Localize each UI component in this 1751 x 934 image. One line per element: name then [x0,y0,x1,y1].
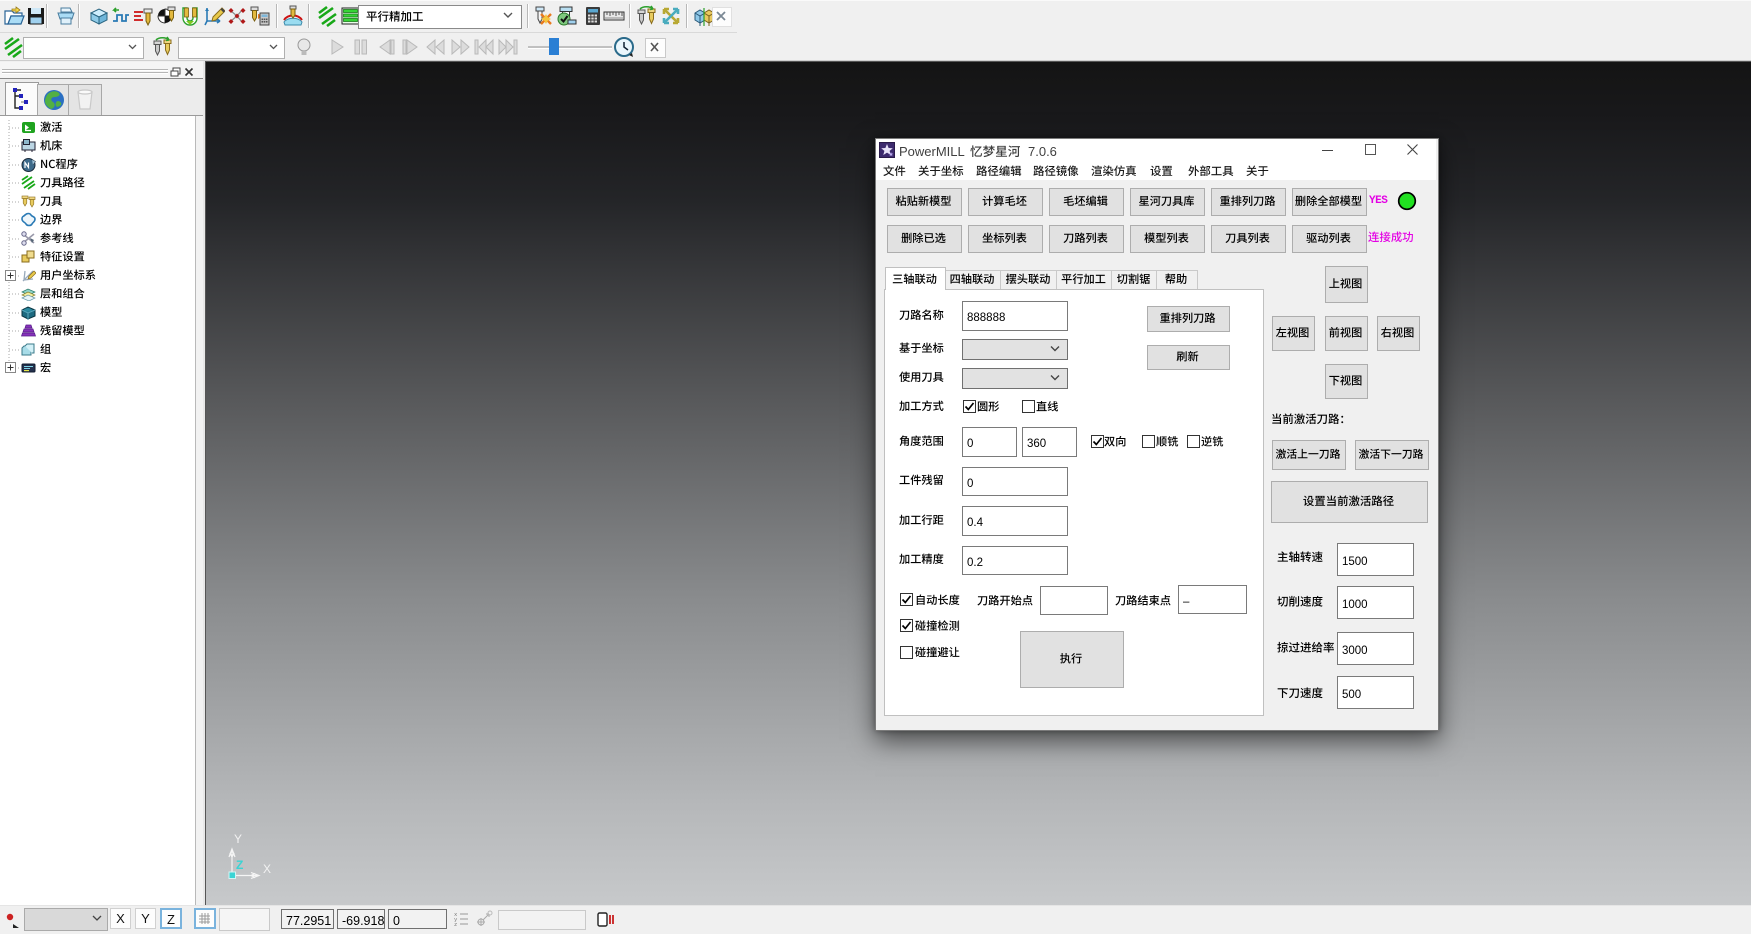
svg-text:Y: Y [234,832,242,846]
svg-text:X: X [263,862,271,876]
svg-text:z: z [454,921,457,927]
svg-text:Z: Z [236,858,243,872]
